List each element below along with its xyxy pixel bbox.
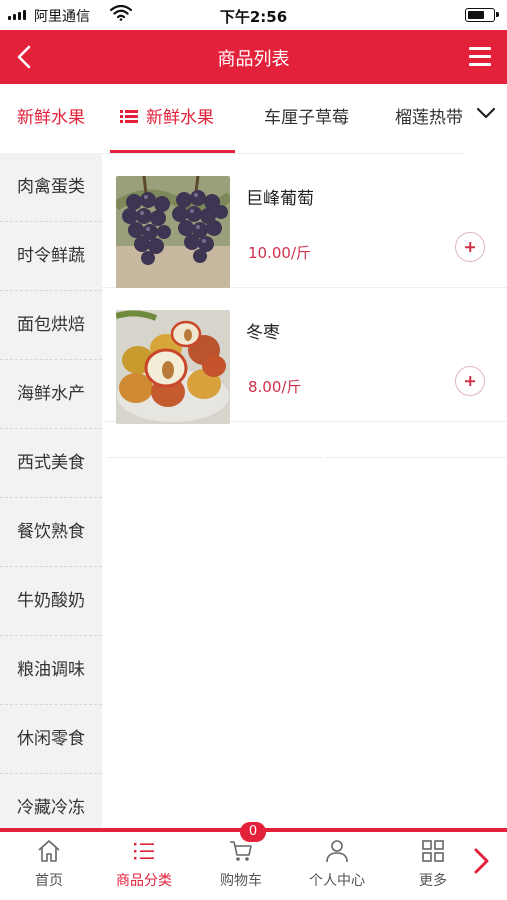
nav-categories[interactable]: 商品分类 [99,838,189,890]
home-icon [38,840,60,862]
sidebar-item-bakery[interactable]: 面包烘焙 [0,291,102,360]
nav-label: 购物车 [220,873,262,889]
sidebar-item-dairy[interactable]: 牛奶酸奶 [0,567,102,636]
app-header: 商品列表 [0,30,507,84]
tab-durian-tropical[interactable]: 榴莲热带 [395,84,463,152]
nav-label: 个人中心 [309,873,365,889]
bottom-nav: 首页 商品分类 购物车 个人中心 更多 0 [0,822,507,900]
product-image-winter-jujube[interactable] [116,310,230,424]
sidebar-item-meat-eggs[interactable]: 肉禽蛋类 [0,153,102,222]
grid-icon [422,840,444,862]
sidebar-item-western-food[interactable]: 西式美食 [0,429,102,498]
tab-fresh-fruit[interactable]: 新鲜水果 [120,84,214,152]
sidebar-item-grain-oil[interactable]: 粮油调味 [0,636,102,705]
product-item[interactable]: 巨峰葡萄 10.00/斤 [102,154,507,290]
cart-count-badge: 0 [240,822,266,842]
product-image-grapes[interactable] [116,176,230,290]
user-icon [326,840,348,863]
nav-label: 更多 [419,873,447,889]
battery-icon [465,8,499,22]
page-title: 商品列表 [217,49,290,70]
sidebar-item-fresh-fruit[interactable]: 新鲜水果 [0,84,102,153]
sidebar-item-deli[interactable]: 餐饮熟食 [0,498,102,567]
tab-label: 新鲜水果 [146,108,214,128]
chevron-right-icon[interactable] [471,846,493,876]
category-sidebar: 新鲜水果 肉禽蛋类 时令鲜蔬 面包烘焙 海鲜水产 西式美食 餐饮熟食 牛奶酸奶 … [0,84,102,828]
product-item[interactable]: 冬枣 8.00/斤 [102,288,507,424]
product-price: 10.00/斤 [248,244,311,262]
divider [326,457,507,458]
nav-label: 首页 [35,873,63,889]
sidebar-item-seafood[interactable]: 海鲜水产 [0,360,102,429]
nav-profile[interactable]: 个人中心 [292,838,382,890]
nav-label: 商品分类 [116,873,172,889]
sidebar-item-frozen[interactable]: 冷藏冷冻 [0,774,102,828]
menu-button[interactable] [467,45,493,69]
add-to-cart-button[interactable] [455,232,485,262]
divider [108,457,322,458]
chevron-down-icon[interactable] [473,100,499,126]
status-time: 下午2:56 [219,8,288,26]
list-icon [134,843,154,860]
product-price: 8.00/斤 [248,378,302,396]
tab-cherry-strawberry[interactable]: 车厘子草莓 [264,84,349,152]
add-to-cart-button[interactable] [455,366,485,396]
subcategory-tabs: 新鲜水果 车厘子草莓 榴莲热带 [102,84,507,154]
list-icon [120,109,138,124]
nav-cart[interactable]: 购物车 [196,838,286,890]
status-bar: 阿里通信 下午2:56 [0,0,507,30]
product-name[interactable]: 巨峰葡萄 [246,184,314,209]
sidebar-item-snacks[interactable]: 休闲零食 [0,705,102,774]
product-name[interactable]: 冬枣 [246,318,280,343]
nav-more[interactable]: 更多 [388,838,478,890]
sidebar-item-vegetables[interactable]: 时令鲜蔬 [0,222,102,291]
nav-home[interactable]: 首页 [4,838,94,890]
